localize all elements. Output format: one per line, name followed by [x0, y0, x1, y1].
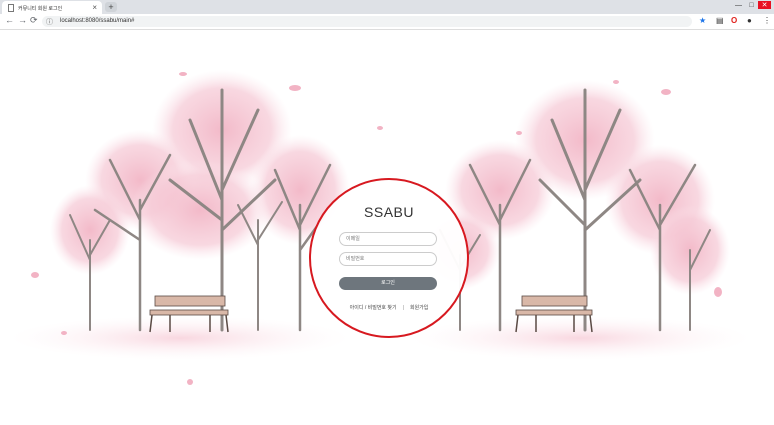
email-field[interactable]: 이메일: [339, 232, 437, 246]
auth-links: 아이디 / 비밀번호 찾기 | 회원가입: [311, 304, 467, 311]
site-info-icon[interactable]: ⓘ: [46, 17, 53, 27]
close-window-button[interactable]: ✕: [758, 1, 771, 9]
bookmark-star-icon[interactable]: ★: [699, 16, 706, 25]
browser-tab[interactable]: 커뮤니티 회원 로그인 ×: [2, 1, 102, 14]
background-scene: SSABU 이메일 비밀번호 로그인 아이디 / 비밀번호 찾기 | 회원가입: [0, 30, 774, 420]
window-controls: — □ ✕: [732, 1, 771, 9]
browser-menu-icon[interactable]: ⋮: [763, 16, 771, 25]
page-favicon-icon: [8, 4, 14, 12]
forward-arrow-icon[interactable]: →: [18, 15, 27, 25]
password-field[interactable]: 비밀번호: [339, 252, 437, 266]
new-tab-button[interactable]: +: [105, 2, 117, 12]
maximize-button[interactable]: □: [745, 2, 758, 9]
browser-tabbar: 커뮤니티 회원 로그인 × + — □ ✕: [0, 0, 774, 14]
login-circle: SSABU 이메일 비밀번호 로그인 아이디 / 비밀번호 찾기 | 회원가입: [309, 178, 469, 338]
brand-title: SSABU: [364, 204, 414, 220]
browser-toolbar: ← → ⟳ ⓘ localhost:8080/ssabu/main# ★ ▤ O…: [0, 14, 774, 30]
reload-icon[interactable]: ⟳: [30, 15, 38, 26]
login-button[interactable]: 로그인: [339, 277, 437, 290]
left-tree-group: [50, 70, 350, 333]
opera-extension-icon[interactable]: O: [731, 16, 737, 25]
minimize-button[interactable]: —: [732, 2, 745, 9]
tab-title: 커뮤니티 회원 로그인: [18, 6, 63, 12]
extension-icon[interactable]: ▤: [716, 16, 724, 25]
back-arrow-icon[interactable]: ←: [5, 15, 14, 25]
find-account-link[interactable]: 아이디 / 비밀번호 찾기: [350, 305, 397, 311]
tab-close-icon[interactable]: ×: [92, 3, 97, 12]
signup-link[interactable]: 회원가입: [410, 305, 428, 311]
address-bar[interactable]: ⓘ localhost:8080/ssabu/main#: [42, 16, 692, 27]
url-text: localhost:8080/ssabu/main#: [60, 18, 135, 24]
link-separator: |: [402, 305, 404, 311]
profile-avatar-icon[interactable]: ●: [747, 16, 752, 25]
